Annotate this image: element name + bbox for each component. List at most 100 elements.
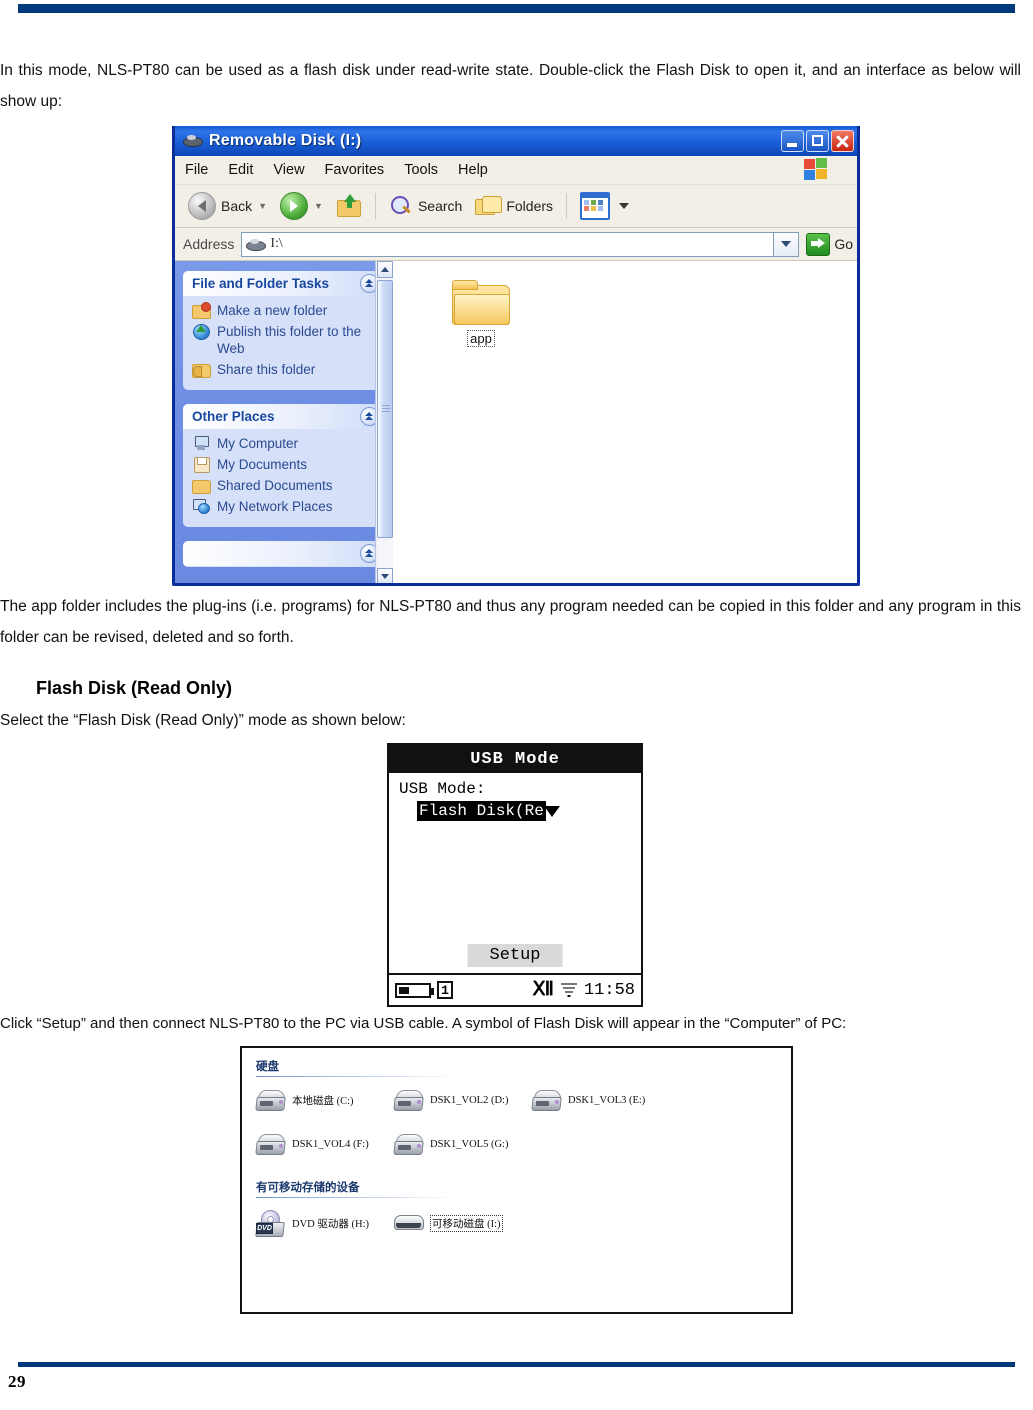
panel-header-other-places[interactable]: Other Places [183, 404, 385, 429]
removable-device-list: DVD DVD 驱动器 (H:) 可移动磁盘 (I:) [242, 1198, 791, 1258]
task-make-a-new-folder[interactable]: Make a new folder [192, 302, 381, 319]
usb-mode-selected-value: Flash Disk(Re [417, 801, 546, 821]
explorer-address-bar: Address I:\ Go [175, 228, 857, 261]
menu-item-file[interactable]: File [185, 162, 208, 178]
menu-item-tools[interactable]: Tools [404, 162, 438, 178]
scroll-up-button[interactable] [376, 261, 393, 278]
computer-window-screenshot: 硬盘 本地磁盘 (C:) DSK1_VOL2 (D:) DSK1_VOL3 (E… [240, 1046, 793, 1314]
panel-details-partial [183, 541, 385, 567]
folders-label: Folders [506, 198, 554, 214]
section-heading-flash-disk-read-only: Flash Disk (Read Only) [36, 678, 233, 698]
search-label: Search [417, 198, 463, 214]
drive-item[interactable]: 本地磁盘 (C:) [255, 1089, 394, 1111]
hard-disk-icon [531, 1089, 562, 1111]
close-button[interactable] [831, 130, 854, 152]
drive-item[interactable]: DSK1_VOL4 (F:) [255, 1133, 394, 1155]
go-label: Go [834, 236, 853, 252]
task-publish-this-folder-to-the-web[interactable]: Publish this folder to the Web [192, 323, 381, 357]
footer-rule [18, 1362, 1015, 1367]
search-button[interactable]: Search [384, 192, 467, 220]
panel-header-partial[interactable] [183, 541, 385, 566]
views-chevron-down-icon[interactable] [619, 203, 630, 209]
scroll-down-button[interactable] [376, 568, 393, 583]
drive-item[interactable]: DSK1_VOL2 (D:) [393, 1089, 532, 1111]
place-shared-documents[interactable]: Shared Documents [192, 477, 381, 494]
folders-button[interactable]: Folders [470, 193, 558, 219]
usb-mode-dropdown[interactable]: Flash Disk(Re [417, 801, 631, 821]
status-clock: 11:58 [583, 980, 635, 1000]
drive-label: 本地磁盘 (C:) [292, 1095, 354, 1107]
minimize-button[interactable] [781, 130, 804, 152]
hard-disk-icon [393, 1089, 424, 1111]
paragraph-select-mode: Select the “Flash Disk (Read Only)” mode… [0, 712, 406, 729]
chevron-down-icon-forward[interactable]: ▼ [314, 201, 323, 211]
share-folder-icon [192, 361, 211, 378]
hard-disk-icon [393, 1133, 424, 1155]
search-icon [389, 194, 413, 218]
task-label: Share this folder [217, 362, 316, 377]
place-my-computer[interactable]: My Computer [192, 435, 381, 452]
place-label: My Documents [217, 457, 308, 472]
drive-item-removable-disk[interactable]: 可移动磁盘 (I:) [394, 1210, 532, 1236]
place-my-documents[interactable]: My Documents [192, 456, 381, 473]
folders-icon [475, 195, 503, 217]
scrollbar-track[interactable] [376, 278, 393, 568]
panel-title-file-tasks: File and Folder Tasks [192, 276, 330, 291]
menu-item-edit[interactable]: Edit [228, 162, 253, 178]
place-my-network-places[interactable]: My Network Places [192, 498, 381, 515]
menu-item-help[interactable]: Help [458, 162, 488, 178]
battery-icon [395, 982, 434, 998]
hard-disk-drive-list: 本地磁盘 (C:) DSK1_VOL2 (D:) DSK1_VOL3 (E:) … [242, 1077, 791, 1177]
drive-label: DSK1_VOL2 (D:) [430, 1094, 509, 1106]
drive-item[interactable]: DVD DVD 驱动器 (H:) [255, 1210, 394, 1237]
drive-icon [246, 237, 267, 251]
task-pane-scrollbar[interactable] [375, 261, 393, 583]
place-label: Shared Documents [217, 478, 333, 493]
explorer-file-list[interactable]: app [393, 261, 857, 583]
forward-arrow-icon [280, 192, 309, 220]
scrollbar-thumb[interactable] [376, 280, 393, 538]
drive-label: DSK1_VOL3 (E:) [568, 1094, 646, 1106]
up-one-level-button[interactable] [331, 192, 367, 220]
scrollbar-grip-icon [381, 405, 390, 413]
chevron-down-icon[interactable] [543, 805, 560, 817]
my-network-places-icon [192, 498, 210, 514]
place-label: My Network Places [217, 499, 333, 514]
address-value: I:\ [270, 236, 283, 251]
address-input[interactable]: I:\ [241, 231, 775, 257]
drive-item[interactable]: DSK1_VOL3 (E:) [531, 1089, 670, 1111]
menu-item-view[interactable]: View [273, 162, 304, 178]
bluetooth-icon: Ⅻ [532, 978, 554, 1001]
chevron-down-icon[interactable]: ▼ [258, 201, 267, 211]
task-share-this-folder[interactable]: Share this folder [192, 361, 381, 378]
setup-softkey-button[interactable]: Setup [467, 944, 563, 967]
forward-button[interactable]: ▼ [275, 190, 328, 222]
go-arrow-icon [806, 232, 831, 256]
group-title-hard-disks: 硬盘 [256, 1061, 279, 1073]
views-button[interactable] [575, 190, 634, 222]
place-label: My Computer [217, 436, 299, 451]
drive-item[interactable]: DSK1_VOL5 (G:) [393, 1133, 532, 1155]
go-button[interactable]: Go [806, 232, 853, 256]
back-button[interactable]: Back ▼ [183, 190, 272, 222]
panel-header-file-tasks[interactable]: File and Folder Tasks [183, 271, 385, 296]
maximize-button[interactable] [806, 130, 829, 152]
paragraph-intro: In this mode, NLS-PT80 can be used as a … [0, 62, 1021, 110]
device-status-bar: 1 Ⅻ 11:58 [389, 973, 641, 1005]
my-documents-icon [192, 456, 210, 473]
input-mode-indicator: 1 [437, 981, 453, 999]
address-dropdown-button[interactable] [774, 231, 800, 257]
explorer-toolbar: Back ▼ ▼ Search Folders [175, 185, 857, 228]
panel-title-other-places: Other Places [192, 409, 275, 424]
new-folder-icon [192, 302, 211, 319]
folder-icon [452, 279, 510, 325]
task-label: Publish this folder to the Web [217, 324, 362, 356]
back-arrow-icon [188, 192, 216, 220]
file-list-item-app-folder[interactable]: app [421, 279, 541, 347]
views-icon [580, 192, 611, 220]
explorer-title-bar: Removable Disk (I:) [175, 126, 857, 156]
explorer-window-title: Removable Disk (I:) [209, 132, 362, 149]
drive-label-selected: 可移动磁盘 (I:) [430, 1214, 503, 1232]
explorer-body: File and Folder Tasks Make a new folder … [175, 261, 857, 583]
menu-item-favorites[interactable]: Favorites [325, 162, 385, 178]
